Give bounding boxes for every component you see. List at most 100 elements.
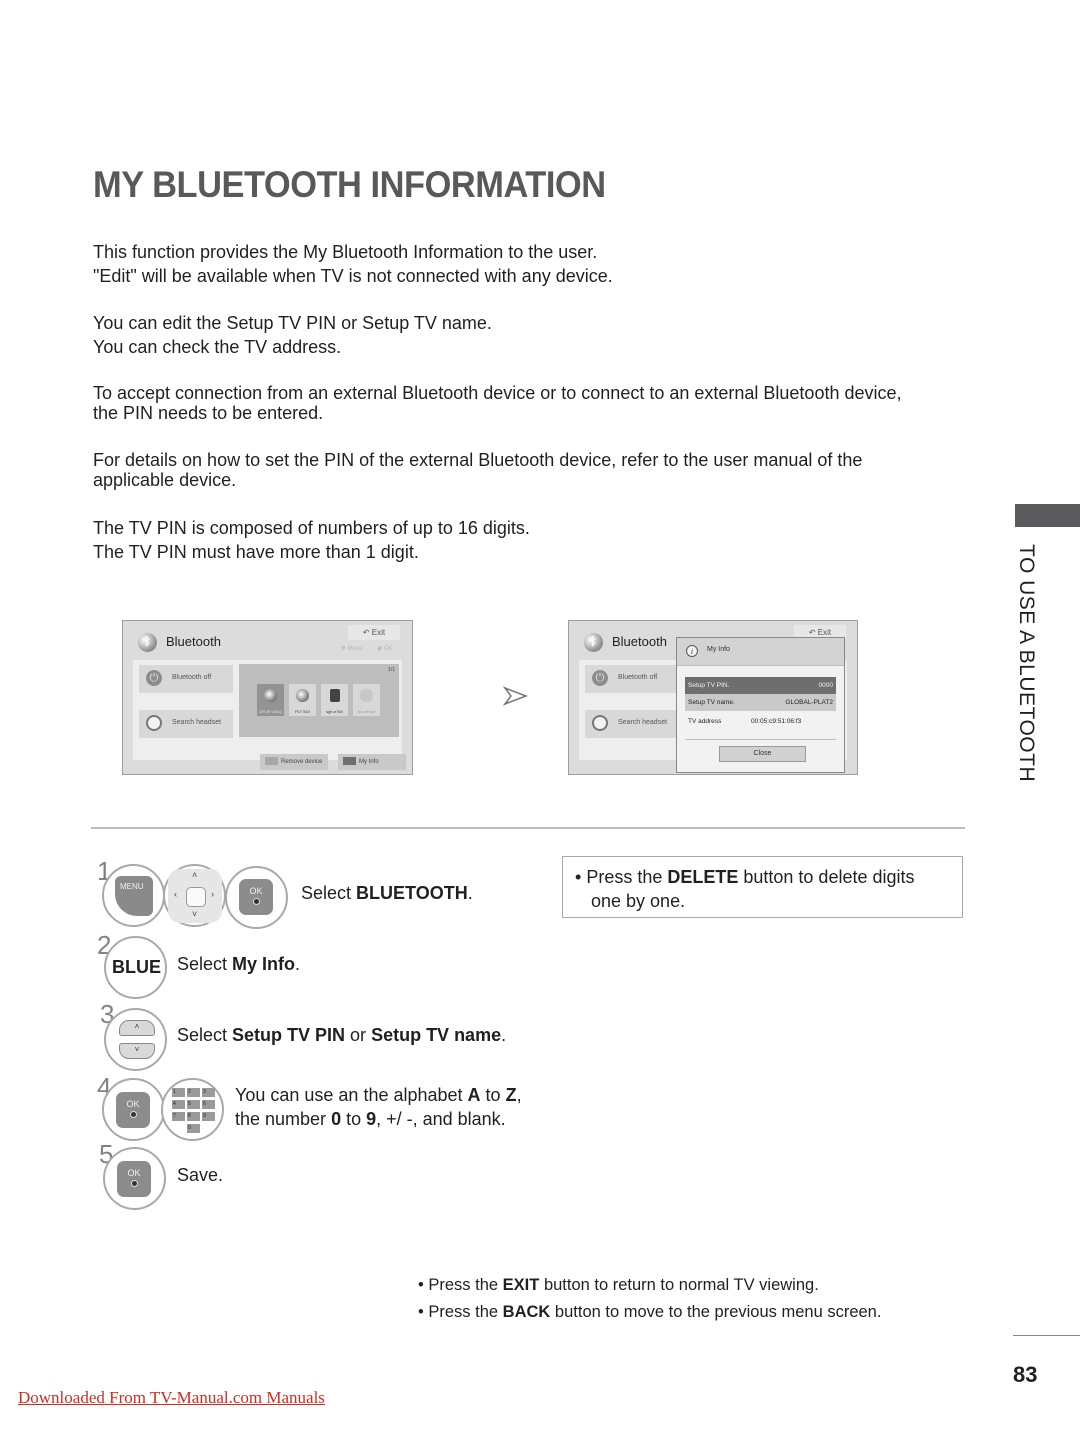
bluetooth-icon (360, 689, 373, 702)
device-item[interactable]: PLT 510 (289, 684, 316, 716)
download-link[interactable]: Downloaded From TV-Manual.com Manuals (18, 1388, 325, 1408)
headset-icon (296, 689, 309, 702)
paragraph-line: To accept connection from an external Bl… (93, 383, 902, 403)
button-label: My Info (359, 759, 379, 765)
exit-icon: ↶ (808, 628, 818, 637)
delete-note-box: • Press the DELETE button to delete digi… (562, 856, 963, 918)
device-label: PLT 510 (295, 709, 310, 714)
search-headset-button[interactable]: Search headset (139, 710, 233, 738)
step-key-circle: OK (225, 866, 288, 929)
step-1-text: Select BLUETOOTH. (301, 883, 473, 903)
button-label: Search headset (172, 719, 222, 726)
setup-tv-pin-row[interactable]: Setup TV PIN. 0000 (685, 677, 836, 694)
phone-icon (330, 689, 340, 702)
step-key-circle: 1 2 3 4 5 6 7 8 9 0 (161, 1078, 224, 1141)
exit-note: • Press the EXIT button to return to nor… (418, 1276, 819, 1294)
close-button[interactable]: Close (719, 746, 806, 762)
device-item[interactable]: sgh-e760 (321, 684, 348, 716)
button-label: Bluetooth off (618, 674, 658, 681)
power-icon: ⏻ (146, 670, 162, 686)
intro-paragraph: This function provides the My Bluetooth … (93, 241, 613, 288)
divider (685, 739, 836, 740)
bluetooth-off-button[interactable]: ⏻ Bluetooth off (585, 665, 679, 693)
paragraph-line: You can check the TV address. (93, 336, 342, 357)
edit-paragraph: You can edit the Setup TV PIN or Setup T… (93, 312, 492, 359)
device-list-panel: 1/1 DR-BT140Q PLT 510 sgh-e760 No device (239, 664, 399, 737)
step-key-circle: ˄ ˅ (104, 1008, 167, 1071)
chapter-label: TO USE A BLUETOOTH (1015, 544, 1038, 783)
button-label: Remove device (281, 759, 323, 765)
paragraph-line: applicable device. (93, 470, 237, 490)
button-label: Bluetooth off (172, 674, 212, 681)
search-icon (146, 715, 162, 731)
row-label: Setup TV name. (688, 699, 735, 706)
row-value: GLOBAL-PLAT2 (785, 699, 833, 706)
power-icon: ⏻ (592, 670, 608, 686)
exit-label: Exit (371, 628, 386, 637)
my-info-button[interactable]: My Info (338, 754, 406, 770)
ok-key-icon: OK (239, 879, 273, 915)
exit-icon: ↶ (362, 628, 372, 637)
section-divider (91, 827, 965, 829)
step-2-text: Select My Info. (177, 954, 301, 974)
blue-key-icon: BLUE (112, 957, 161, 977)
exit-label: Exit (817, 628, 832, 637)
row-value: 0000 (818, 682, 833, 689)
navigation-pad-icon: ˄ ˅ ‹ › (168, 869, 222, 923)
bluetooth-menu-screenshot: ᛒ Bluetooth ↶ Exit ✥ Move ◉ OK ⏻ Bluetoo… (122, 620, 413, 775)
bluetooth-icon: ᛒ (138, 633, 157, 652)
screen-title: Bluetooth (612, 634, 667, 649)
popup-title: My Info (707, 646, 730, 653)
note-text: • Press the DELETE button to delete digi… (575, 867, 915, 911)
tv-address-row: TV address 00:05:c9:51:06:f3 (685, 713, 836, 730)
device-label: No device (357, 709, 376, 714)
details-paragraph: For details on how to set the PIN of the… (93, 450, 862, 490)
search-headset-button[interactable]: Search headset (585, 710, 679, 738)
device-label: DR-BT140Q (259, 709, 282, 714)
step-key-circle: ˄ ˅ ‹ › (163, 864, 226, 927)
device-label: sgh-e760 (326, 709, 343, 714)
step-4-text: You can use an the alphabet A to Z, the … (235, 1085, 522, 1129)
page-number-rule (1013, 1335, 1080, 1336)
screen-body: ⏻ Bluetooth off Search headset 1/1 DR-BT… (133, 660, 402, 760)
pin-paragraph: To accept connection from an external Bl… (93, 383, 902, 423)
menu-key-icon: MENU (115, 876, 153, 916)
paragraph-line: the PIN needs to be entered. (93, 403, 324, 423)
down-key-icon: ˅ (119, 1043, 155, 1059)
bluetooth-off-button[interactable]: ⏻ Bluetooth off (139, 665, 233, 693)
device-item[interactable]: DR-BT140Q (257, 684, 284, 716)
page-indicator: 1/1 (388, 667, 395, 673)
screen-title: Bluetooth (166, 634, 221, 649)
chapter-tab-marker (1015, 504, 1080, 527)
headset-icon (264, 689, 277, 702)
paragraph-line: "Edit" will be available when TV is not … (93, 265, 613, 286)
row-label: TV address (688, 718, 722, 725)
ok-hint: ◉ OK (377, 646, 393, 652)
step-key-circle: BLUE (104, 936, 167, 999)
pin-rules-paragraph: The TV PIN is composed of numbers of up … (93, 517, 530, 564)
setup-tv-name-row[interactable]: Setup TV name. GLOBAL-PLAT2 (685, 694, 836, 711)
my-info-popup: i My Info Setup TV PIN. 0000 Setup TV na… (676, 637, 845, 773)
device-item[interactable]: No device (353, 684, 380, 716)
popup-header: i My Info (677, 638, 844, 666)
paragraph-line: For details on how to set the PIN of the… (93, 450, 863, 470)
color-key-swatch (343, 757, 356, 766)
paragraph-line: This function provides the My Bluetooth … (93, 242, 598, 262)
exit-button[interactable]: ↶ Exit (348, 625, 400, 640)
screen-header: ᛒ Bluetooth ↶ Exit ✥ Move ◉ OK (123, 621, 412, 661)
info-icon: i (686, 645, 698, 657)
remove-device-button[interactable]: Remove device (260, 754, 328, 770)
step-key-circle: OK (103, 1147, 166, 1210)
row-value: 00:05:c9:51:06:f3 (751, 718, 802, 725)
step-3-text: Select Setup TV PIN or Setup TV name. (177, 1025, 507, 1045)
page-title: MY BLUETOOTH INFORMATION (93, 164, 606, 205)
my-info-screenshot: ᛒ Bluetooth ↶ Exit ⏻ Bluetooth off Searc… (568, 620, 858, 775)
row-label: Setup TV PIN. (688, 682, 730, 689)
ok-key-icon: OK (117, 1161, 151, 1197)
move-hint: ✥ Move (341, 646, 363, 652)
paragraph-line: The TV PIN is composed of numbers of up … (93, 518, 530, 538)
up-key-icon: ˄ (119, 1020, 155, 1036)
step-key-circle: MENU (102, 864, 165, 927)
step-5-text: Save. (177, 1165, 224, 1185)
bluetooth-icon: ᛒ (584, 633, 603, 652)
